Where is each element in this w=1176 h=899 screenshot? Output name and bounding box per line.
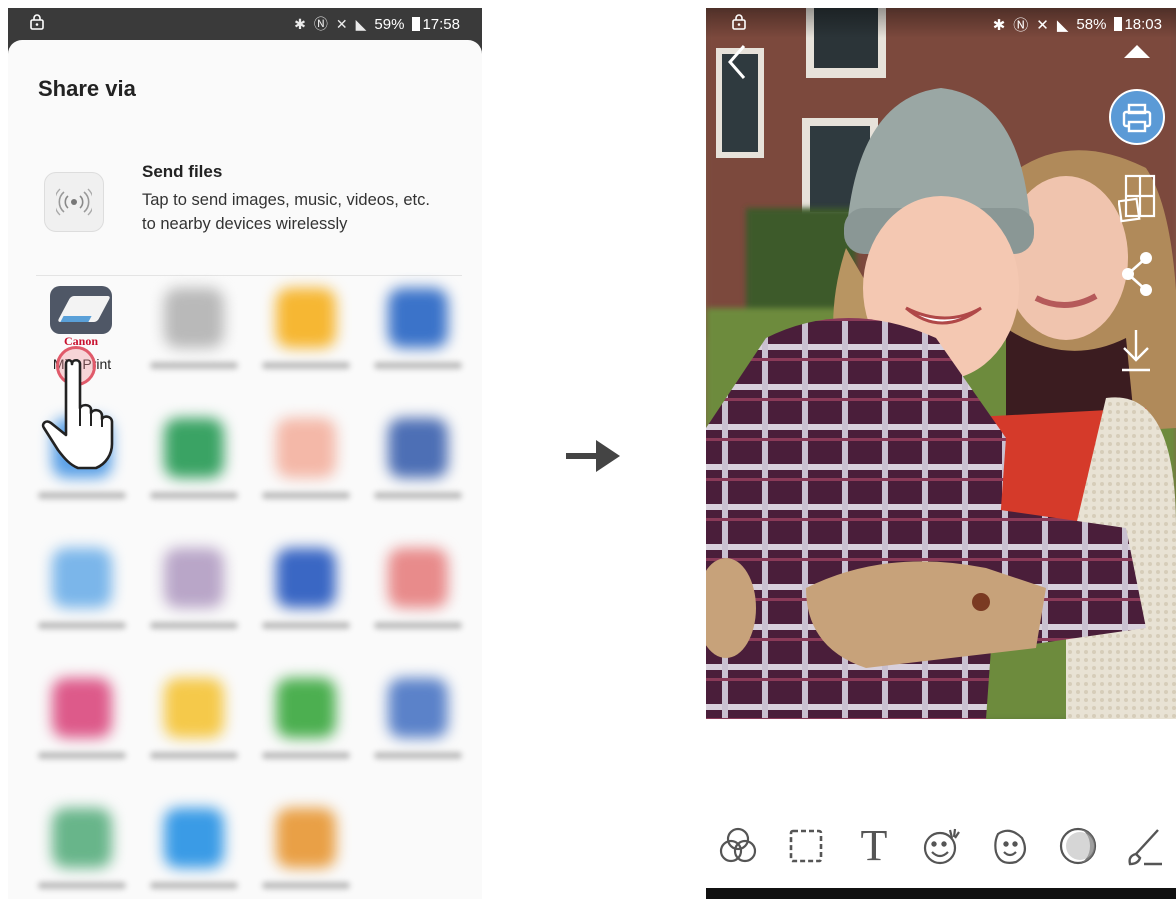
app-blurred[interactable] xyxy=(248,540,360,660)
app-label-blurred xyxy=(38,752,126,759)
app-blurred[interactable] xyxy=(360,670,472,790)
app-icon-blurred xyxy=(164,418,224,478)
photo-preview xyxy=(706,8,1176,719)
nfc-icon: Ⓝ xyxy=(1013,17,1029,34)
app-icon-blurred xyxy=(52,808,112,868)
frame-icon[interactable] xyxy=(782,822,830,870)
app-icon-blurred xyxy=(276,418,336,478)
app-label-blurred xyxy=(150,492,238,499)
lock-icon xyxy=(30,14,44,34)
app-blurred[interactable] xyxy=(360,280,472,400)
app-icon-blurred xyxy=(388,418,448,478)
app-icon-blurred xyxy=(164,678,224,738)
wireless-send-icon xyxy=(44,172,104,232)
app-blurred[interactable] xyxy=(24,670,136,790)
share-screen: ✱ Ⓝ ✕ ◣ 59% 17:58 Share via Send files T… xyxy=(8,8,482,899)
app-icon-blurred xyxy=(388,548,448,608)
filter-icon[interactable] xyxy=(714,822,762,870)
app-label-blurred xyxy=(150,752,238,759)
app-blurred[interactable] xyxy=(248,280,360,400)
app-blurred[interactable] xyxy=(24,540,136,660)
app-label-blurred xyxy=(374,362,462,369)
status-bar: ✱ Ⓝ ✕ ◣ 58% 18:03 xyxy=(706,8,1176,38)
print-icon[interactable] xyxy=(1108,88,1166,146)
app-blurred[interactable] xyxy=(136,670,248,790)
app-icon-blurred xyxy=(164,808,224,868)
back-arrow-icon[interactable] xyxy=(724,42,750,82)
app-blurred[interactable] xyxy=(136,540,248,660)
face-icon[interactable] xyxy=(986,822,1034,870)
brush-icon[interactable] xyxy=(1120,822,1168,870)
arrow-right-icon xyxy=(566,440,620,472)
app-icon-blurred xyxy=(164,548,224,608)
app-blurred[interactable] xyxy=(248,410,360,530)
app-blurred[interactable] xyxy=(360,410,472,530)
mute-icon: ✕ xyxy=(335,15,348,32)
canon-mini-print-icon: Canon xyxy=(50,286,112,348)
battery-icon xyxy=(412,16,421,31)
app-icon-blurred xyxy=(276,548,336,608)
print-preview-screen: ✱ Ⓝ ✕ ◣ 58% 18:03 T xyxy=(706,8,1176,899)
download-icon[interactable] xyxy=(1118,328,1154,374)
app-blurred[interactable] xyxy=(24,800,136,899)
app-label-blurred xyxy=(38,882,126,889)
share-icon[interactable] xyxy=(1118,248,1158,300)
app-blurred[interactable] xyxy=(360,540,472,660)
app-blurred[interactable] xyxy=(248,670,360,790)
app-blurred[interactable] xyxy=(136,410,248,530)
status-bar: ✱ Ⓝ ✕ ◣ 59% 17:58 xyxy=(8,8,482,38)
status-time: 17:58 xyxy=(422,15,460,33)
lock-icon xyxy=(732,14,746,34)
app-blurred[interactable] xyxy=(136,800,248,899)
status-time: 18:03 xyxy=(1124,16,1162,33)
app-icon-blurred xyxy=(164,288,224,348)
mute-icon: ✕ xyxy=(1036,16,1049,34)
app-label-blurred xyxy=(38,622,126,629)
app-label-blurred xyxy=(150,362,238,369)
send-files-description: Tap to send images, music, videos, etc. … xyxy=(142,191,430,233)
app-icon-blurred xyxy=(388,288,448,348)
nfc-icon: Ⓝ xyxy=(313,16,328,32)
collapse-icon[interactable] xyxy=(1122,42,1152,60)
text-icon[interactable]: T xyxy=(850,822,898,870)
nav-bar xyxy=(706,888,1176,899)
divider xyxy=(36,275,462,276)
bluetooth-icon: ✱ xyxy=(294,15,306,32)
adjust-icon[interactable] xyxy=(1054,822,1102,870)
photo-image xyxy=(706,8,1176,719)
app-label-blurred xyxy=(150,882,238,889)
pointing-hand-icon xyxy=(41,358,114,470)
signal-icon: ◣ xyxy=(1056,16,1069,34)
app-icon-blurred xyxy=(52,678,112,738)
app-label-blurred xyxy=(262,622,350,629)
sheet-title: Share via xyxy=(38,76,136,101)
send-files-option[interactable]: Send files Tap to send images, music, vi… xyxy=(38,158,462,258)
app-icon-blurred xyxy=(276,678,336,738)
app-icon-blurred xyxy=(52,548,112,608)
app-label-blurred xyxy=(262,752,350,759)
battery-percent: 59% xyxy=(374,15,405,33)
app-label-blurred xyxy=(374,622,462,629)
sticker-icon[interactable] xyxy=(918,822,966,870)
app-blurred[interactable] xyxy=(248,800,360,899)
app-icon-blurred xyxy=(276,808,336,868)
battery-percent: 58% xyxy=(1076,16,1107,33)
edit-toolbar: T xyxy=(706,808,1176,878)
bluetooth-icon: ✱ xyxy=(992,16,1006,34)
app-label-blurred xyxy=(262,882,350,889)
app-blurred[interactable] xyxy=(136,280,248,400)
app-label-blurred xyxy=(262,492,350,499)
signal-icon: ◣ xyxy=(355,15,367,32)
app-label-blurred xyxy=(262,362,350,369)
battery-icon xyxy=(1114,17,1123,31)
app-label-blurred xyxy=(374,752,462,759)
app-label-blurred xyxy=(374,492,462,499)
send-files-title: Send files xyxy=(142,162,223,181)
app-icon-blurred xyxy=(276,288,336,348)
layout-icon[interactable] xyxy=(1118,174,1158,224)
app-label-blurred xyxy=(150,622,238,629)
app-label-blurred xyxy=(38,492,126,499)
app-icon-blurred xyxy=(388,678,448,738)
